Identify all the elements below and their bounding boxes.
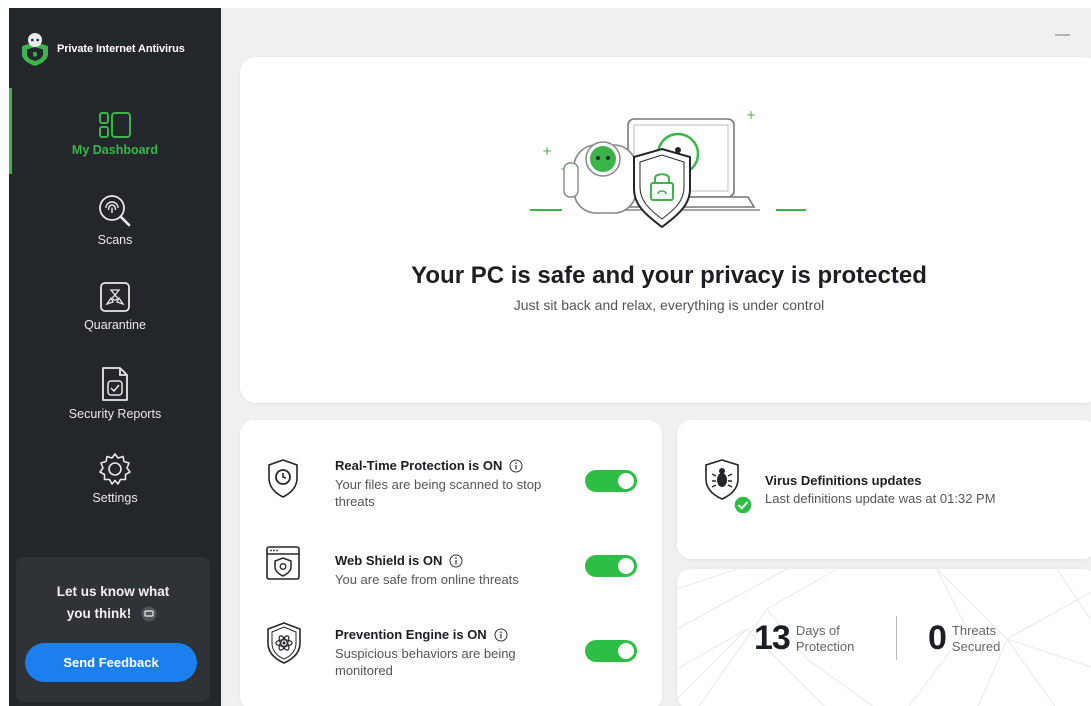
protection-title-text: Prevention Engine is ON (335, 627, 487, 642)
app-name: Private Internet Antivirus (57, 43, 185, 55)
prevention-engine-toggle[interactable] (585, 640, 637, 662)
real-time-protection-toggle[interactable] (585, 470, 637, 492)
toggle-knob (618, 473, 634, 489)
protection-title-text: Web Shield is ON (335, 553, 443, 568)
sidebar-item-security-reports[interactable]: Security Reports (9, 365, 221, 421)
minimize-button[interactable]: — (1055, 26, 1070, 43)
window-top-edge (0, 0, 1091, 8)
days-of-protection-value: 13 (754, 619, 791, 657)
threats-secured-value: 0 (928, 619, 947, 657)
protection-row-web-shield: Web Shield is ON You are safe from onlin… (240, 546, 662, 613)
sidebar-item-scans[interactable]: Scans (9, 193, 221, 247)
protection-description: Suspicious behaviors are being monitored (335, 646, 516, 678)
threats-secured-stat: 0 Threats Secured (928, 619, 1000, 658)
fingerprint-scan-icon (99, 195, 131, 227)
chat-icon (141, 606, 157, 622)
clock-shield-icon (268, 459, 298, 498)
sidebar-item-settings[interactable]: Settings (9, 451, 221, 505)
svg-text:+: + (746, 108, 756, 122)
info-icon[interactable] (494, 628, 508, 642)
browser-shield-icon (266, 546, 300, 580)
logo-icon (22, 33, 48, 66)
status-subtitle: Just sit back and relax, everything is u… (513, 297, 825, 313)
days-label-line2: Protection (795, 638, 855, 654)
protection-row-prevention-engine: Prevention Engine is ON Suspicious behav… (240, 622, 662, 687)
days-of-protection-stat: 13 Days of Protection (754, 619, 854, 658)
report-document-icon (102, 367, 128, 401)
protection-title-text: Real-Time Protection is ON (335, 458, 503, 473)
definitions-subtitle: Last definitions update was at 01:32 PM (765, 491, 996, 506)
threats-secured-label: Threats Secured (952, 623, 1000, 655)
info-icon[interactable] (449, 554, 463, 568)
gear-icon (99, 453, 131, 485)
days-of-protection-label: Days of Protection (796, 623, 855, 655)
network-background-pattern (677, 569, 1091, 706)
days-label-line1: Days of (795, 622, 840, 638)
protection-description: Your files are being scanned to stop thr… (335, 477, 542, 509)
threats-label-line2: Secured (951, 638, 1001, 654)
sidebar-item-label: Security Reports (68, 407, 162, 421)
protection-title: Real-Time Protection is ON (335, 458, 523, 473)
stats-divider (896, 616, 897, 660)
sidebar-item-label: My Dashboard (71, 143, 159, 157)
protection-row-real-time: Real-Time Protection is ON Your files ar… (240, 458, 662, 518)
brand: Private Internet Antivirus (19, 32, 185, 66)
dashboard-icon (99, 112, 131, 138)
threats-label-line1: Threats (951, 622, 996, 638)
sidebar-item-label: Quarantine (84, 318, 146, 332)
toggle-knob (618, 558, 634, 574)
feedback-title-line1: Let us know what (56, 584, 170, 599)
send-feedback-button[interactable]: Send Feedback (25, 643, 197, 682)
virus-definitions-card: Virus Definitions updates Last definitio… (677, 420, 1091, 559)
sidebar-item-label: Settings (92, 491, 138, 505)
sidebar-item-my-dashboard[interactable]: My Dashboard (9, 111, 221, 157)
info-icon[interactable] (509, 459, 523, 473)
toggle-knob (618, 643, 634, 659)
stats-card: 13 Days of Protection 0 Threats Secured (677, 569, 1091, 706)
protected-devices-illustration: + + + + (530, 108, 806, 229)
web-shield-toggle[interactable] (585, 555, 637, 577)
protection-title: Prevention Engine is ON (335, 627, 508, 642)
sidebar: Private Internet Antivirus My Dashboard … (9, 8, 221, 706)
protections-card: Real-Time Protection is ON Your files ar… (240, 420, 662, 706)
status-hero-card: + + + + Your PC is safe and your privacy… (240, 57, 1091, 403)
feedback-title: Let us know what you think! (16, 581, 210, 625)
feedback-card: Let us know what you think! Send Feedbac… (16, 557, 210, 702)
protection-description: You are safe from online threats (335, 572, 519, 587)
atom-shield-icon (267, 622, 301, 664)
svg-text:+: + (542, 144, 552, 158)
feedback-title-line2: you think! (66, 606, 132, 621)
protection-title: Web Shield is ON (335, 553, 463, 568)
feedback-title-line2-row: you think! (16, 603, 210, 625)
biohazard-box-icon (100, 282, 130, 312)
definitions-title: Virus Definitions updates (765, 473, 922, 488)
window-left-edge (0, 0, 9, 706)
sidebar-item-label: Scans (97, 233, 133, 247)
bug-shield-icon (705, 459, 753, 514)
sidebar-item-quarantine[interactable]: Quarantine (9, 280, 221, 332)
status-title: Your PC is safe and your privacy is prot… (411, 262, 927, 289)
